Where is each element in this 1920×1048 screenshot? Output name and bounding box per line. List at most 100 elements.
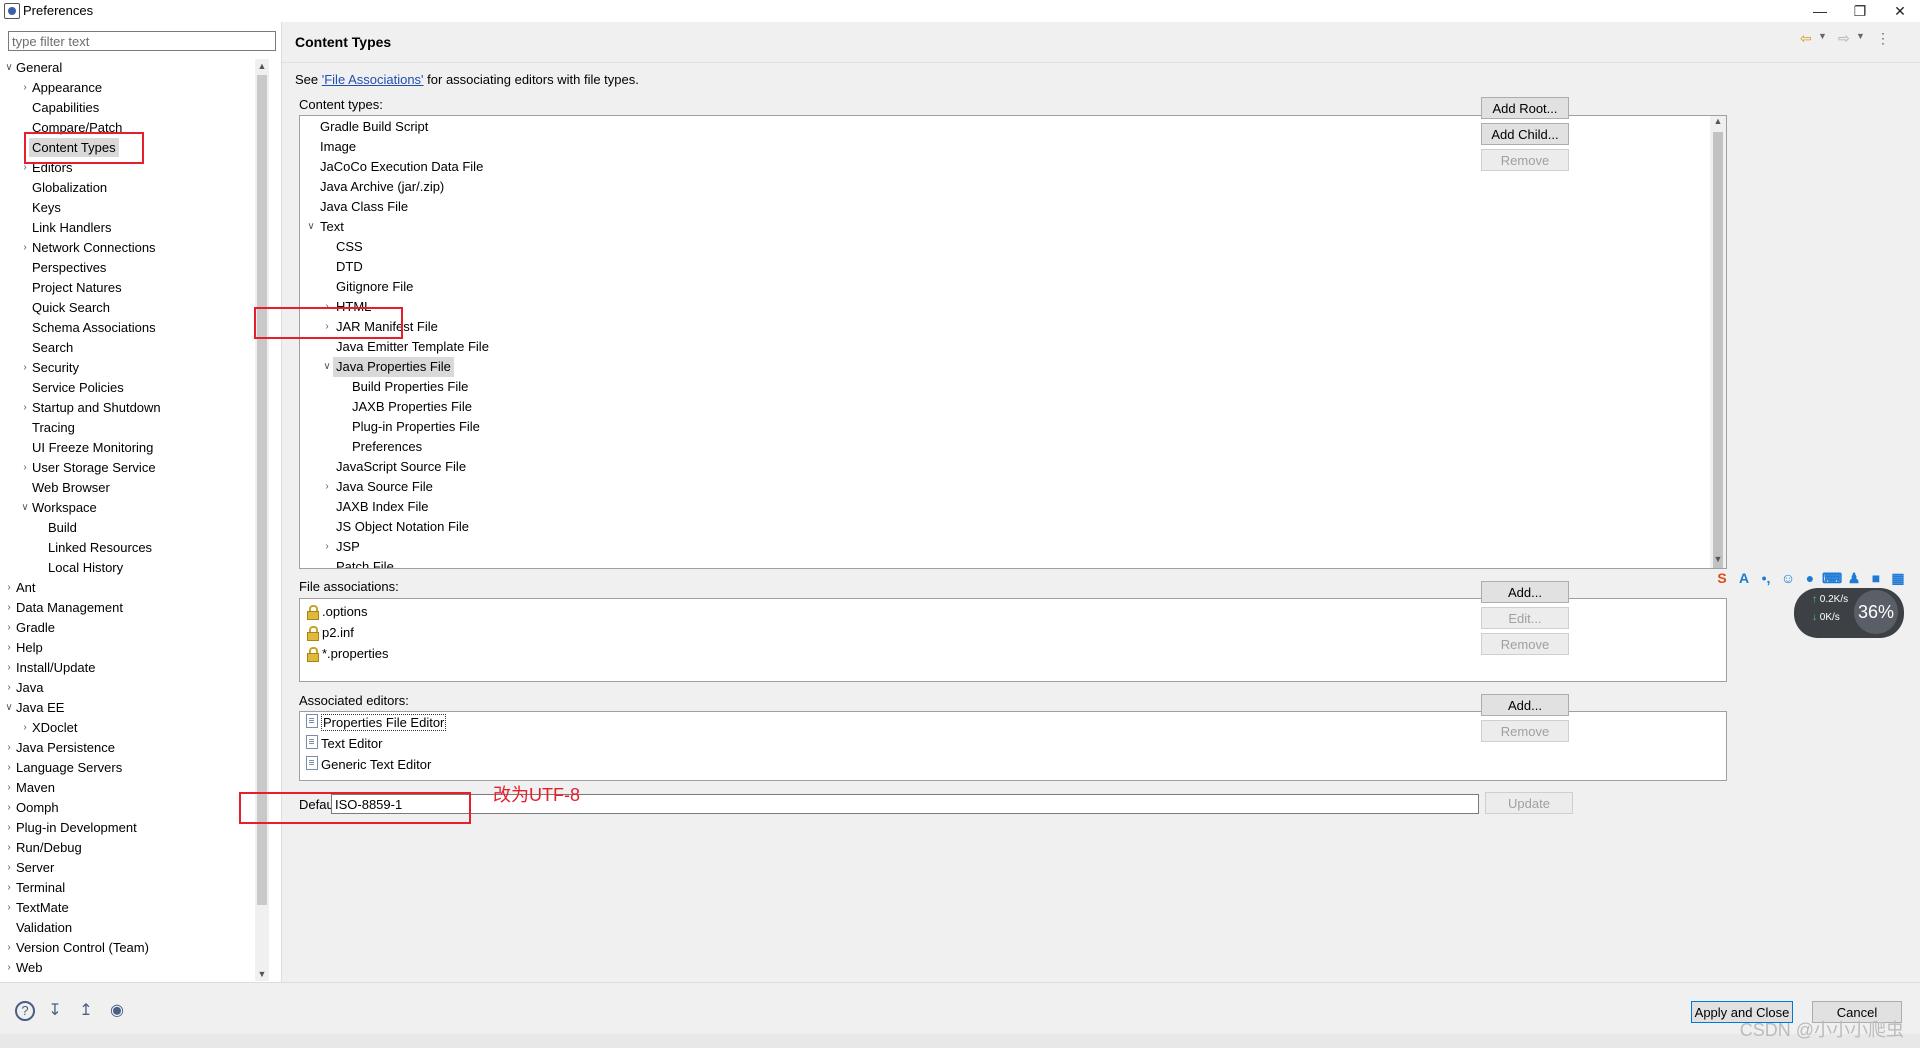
help-icon[interactable]: ? — [15, 1001, 35, 1021]
tree-item[interactable]: Terminal — [16, 878, 65, 897]
tree-item[interactable]: Network Connections — [32, 238, 156, 257]
tree-item[interactable]: Keys — [32, 198, 61, 217]
expand-closed-icon[interactable]: › — [20, 78, 30, 97]
content-type-item[interactable]: JavaScript Source File — [336, 457, 466, 477]
content-type-item[interactable]: CSS — [336, 237, 363, 257]
tree-item[interactable]: Java EE — [16, 698, 64, 717]
scroll-down-icon[interactable]: ▼ — [1710, 554, 1726, 568]
tree-item[interactable]: TextMate — [16, 898, 69, 917]
tree-item[interactable]: Local History — [48, 558, 123, 577]
oomph-preferences-icon[interactable]: ◉ — [107, 1001, 127, 1021]
back-menu-icon[interactable]: ▼ — [1818, 31, 1827, 41]
expand-closed-icon[interactable]: › — [4, 938, 14, 957]
expand-open-icon[interactable]: ∨ — [4, 698, 14, 717]
content-type-item[interactable]: Gradle Build Script — [320, 117, 428, 137]
expand-closed-icon[interactable]: › — [20, 718, 30, 737]
tree-item[interactable]: General — [16, 58, 62, 77]
expand-closed-icon[interactable]: › — [4, 838, 14, 857]
tree-item[interactable]: Oomph — [16, 798, 59, 817]
tree-item[interactable]: Data Management — [16, 598, 123, 617]
edit-file-association-button[interactable]: Edit... — [1481, 607, 1569, 629]
associated-editor-item[interactable]: Text Editor — [306, 733, 382, 754]
tree-item[interactable]: Tracing — [32, 418, 75, 437]
tree-item[interactable]: Search — [32, 338, 73, 357]
file-association-item[interactable]: p2.inf — [306, 622, 354, 643]
tree-item[interactable]: Capabilities — [32, 98, 99, 117]
font-icon[interactable]: A — [1734, 568, 1754, 588]
add-child-button[interactable]: Add Child... — [1481, 123, 1569, 145]
expand-closed-icon[interactable]: › — [4, 778, 14, 797]
punctuation-icon[interactable]: •, — [1756, 568, 1776, 588]
remove-content-type-button[interactable]: Remove — [1481, 149, 1569, 171]
tree-item[interactable]: Language Servers — [16, 758, 122, 777]
tree-item[interactable]: Server — [16, 858, 54, 877]
content-type-item[interactable]: Java Archive (jar/.zip) — [320, 177, 444, 197]
content-type-item[interactable]: Text — [320, 217, 344, 237]
tree-item[interactable]: Java — [16, 678, 43, 697]
shirt-icon[interactable]: ■ — [1866, 568, 1886, 588]
add-file-association-button[interactable]: Add... — [1481, 581, 1569, 603]
minimize-button[interactable]: — — [1800, 0, 1840, 22]
microphone-icon[interactable]: ● — [1800, 568, 1820, 588]
content-type-item[interactable]: Java Emitter Template File — [336, 337, 489, 357]
content-type-item[interactable]: DTD — [336, 257, 363, 277]
add-root-button[interactable]: Add Root... — [1481, 97, 1569, 119]
expand-closed-icon[interactable]: › — [20, 458, 30, 477]
tree-item[interactable]: Maven — [16, 778, 55, 797]
tree-item[interactable]: Project Natures — [32, 278, 122, 297]
tree-item[interactable]: Plug-in Development — [16, 818, 137, 837]
update-encoding-button[interactable]: Update — [1485, 792, 1573, 814]
grid-icon[interactable]: ▦ — [1888, 568, 1908, 588]
import-icon[interactable]: ↧ — [45, 1001, 65, 1021]
file-association-item[interactable]: *.properties — [306, 643, 388, 664]
tree-scrollbar[interactable]: ▲ ▼ — [255, 59, 269, 981]
tree-item[interactable]: Link Handlers — [32, 218, 112, 237]
tree-item[interactable]: Run/Debug — [16, 838, 82, 857]
expand-closed-icon[interactable]: › — [4, 818, 14, 837]
tree-item[interactable]: User Storage Service — [32, 458, 156, 477]
content-type-item[interactable]: Preferences — [352, 437, 422, 457]
tree-item[interactable]: Ant — [16, 578, 36, 597]
associated-editor-item[interactable]: Generic Text Editor — [306, 754, 431, 775]
tree-item[interactable]: Security — [32, 358, 79, 377]
tree-item[interactable]: Version Control (Team) — [16, 938, 149, 957]
add-editor-button[interactable]: Add... — [1481, 694, 1569, 716]
content-type-item[interactable]: Java Class File — [320, 197, 408, 217]
expand-closed-icon[interactable]: › — [4, 858, 14, 877]
expand-closed-icon[interactable]: › — [4, 598, 14, 617]
keyboard-icon[interactable]: ⌨ — [1822, 568, 1842, 588]
tree-item[interactable]: Globalization — [32, 178, 107, 197]
content-type-item[interactable]: Gitignore File — [336, 277, 413, 297]
tree-item[interactable]: Web Browser — [32, 478, 110, 497]
expand-open-icon[interactable]: ∨ — [20, 498, 30, 517]
file-association-item[interactable]: .options — [306, 601, 368, 622]
expand-closed-icon[interactable]: › — [4, 658, 14, 677]
emoji-icon[interactable]: ☺ — [1778, 568, 1798, 588]
expand-closed-icon[interactable]: › — [4, 758, 14, 777]
view-menu-icon[interactable]: ⋮ — [1876, 30, 1890, 47]
expand-closed-icon[interactable]: › — [4, 958, 14, 977]
tree-item[interactable]: Validation — [16, 918, 72, 937]
expand-open-icon[interactable]: ∨ — [322, 357, 332, 376]
scrollbar-thumb[interactable] — [1713, 132, 1723, 568]
expand-closed-icon[interactable]: › — [4, 678, 14, 697]
tree-item[interactable]: UI Freeze Monitoring — [32, 438, 153, 457]
forward-menu-icon[interactable]: ▼ — [1856, 31, 1865, 41]
expand-closed-icon[interactable]: › — [322, 537, 332, 556]
content-type-item[interactable]: Patch File — [336, 557, 394, 568]
expand-open-icon[interactable]: ∨ — [4, 58, 14, 77]
content-types-scrollbar[interactable]: ▲ ▼ — [1710, 116, 1726, 568]
content-type-item[interactable]: JS Object Notation File — [336, 517, 469, 537]
content-type-item[interactable]: JSP — [336, 537, 360, 557]
expand-closed-icon[interactable]: › — [4, 798, 14, 817]
tree-item[interactable]: Java Persistence — [16, 738, 115, 757]
scroll-up-icon[interactable]: ▲ — [1710, 116, 1726, 130]
tree-item[interactable]: Perspectives — [32, 258, 106, 277]
remove-file-association-button[interactable]: Remove — [1481, 633, 1569, 655]
content-type-item[interactable]: JAXB Index File — [336, 497, 429, 517]
expand-closed-icon[interactable]: › — [20, 358, 30, 377]
tree-item[interactable]: Linked Resources — [48, 538, 152, 557]
expand-closed-icon[interactable]: › — [4, 738, 14, 757]
content-type-item[interactable]: JAXB Properties File — [352, 397, 472, 417]
expand-closed-icon[interactable]: › — [20, 238, 30, 257]
